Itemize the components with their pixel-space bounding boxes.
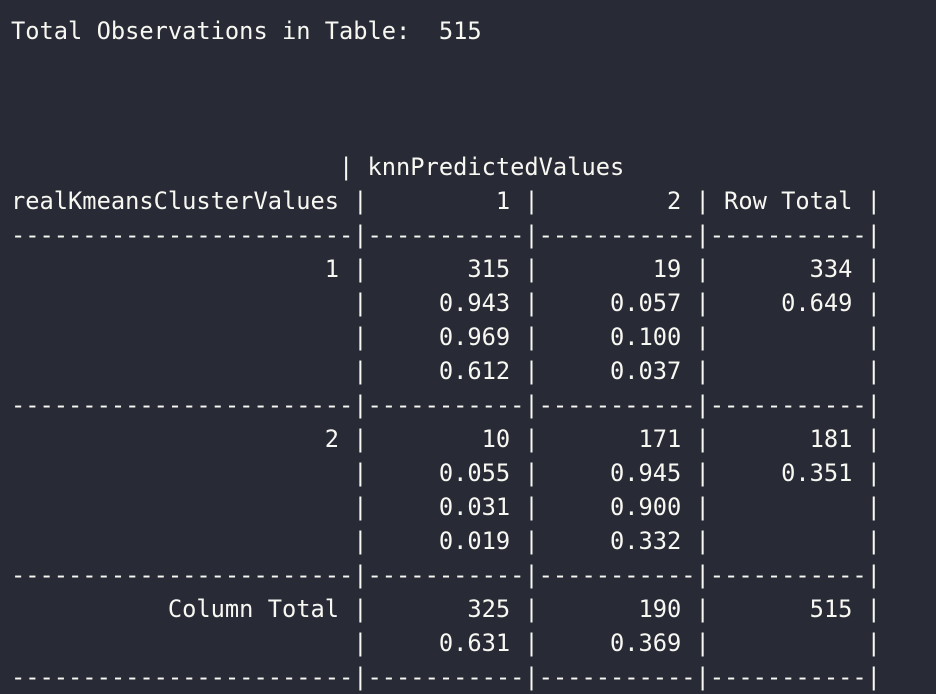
table-row-cluster-1-column-proportions: | 0.969 | 0.100 | | xyxy=(11,323,881,351)
table-separator: ------------------------|-----------|---… xyxy=(11,663,881,691)
table-row-cluster-1-total-proportions: | 0.612 | 0.037 | | xyxy=(11,357,881,385)
table-separator: ------------------------|-----------|---… xyxy=(11,391,881,419)
table-row-column-total-counts: Column Total | 325 | 190 | 515 | xyxy=(11,595,881,623)
table-separator: ------------------------|-----------|---… xyxy=(11,561,881,589)
column-variable-header: | knnPredictedValues xyxy=(11,153,625,181)
table-row-cluster-2-row-proportions: | 0.055 | 0.945 | 0.351 | xyxy=(11,459,881,487)
table-row-cluster-2-column-proportions: | 0.031 | 0.900 | | xyxy=(11,493,881,521)
terminal-output: Total Observations in Table: 515 | knnPr… xyxy=(11,14,931,694)
table-header-row: realKmeansClusterValues | 1 | 2 | Row To… xyxy=(11,187,881,215)
table-row-column-total-proportions: | 0.631 | 0.369 | | xyxy=(11,629,881,657)
table-row-cluster-2-total-proportions: | 0.019 | 0.332 | | xyxy=(11,527,881,555)
table-row-cluster-1-counts: 1 | 315 | 19 | 334 | xyxy=(11,255,881,283)
table-separator: ------------------------|-----------|---… xyxy=(11,221,881,249)
table-row-cluster-2-counts: 2 | 10 | 171 | 181 | xyxy=(11,425,881,453)
table-row-cluster-1-row-proportions: | 0.943 | 0.057 | 0.649 | xyxy=(11,289,881,317)
observations-summary-line: Total Observations in Table: 515 xyxy=(11,17,482,45)
